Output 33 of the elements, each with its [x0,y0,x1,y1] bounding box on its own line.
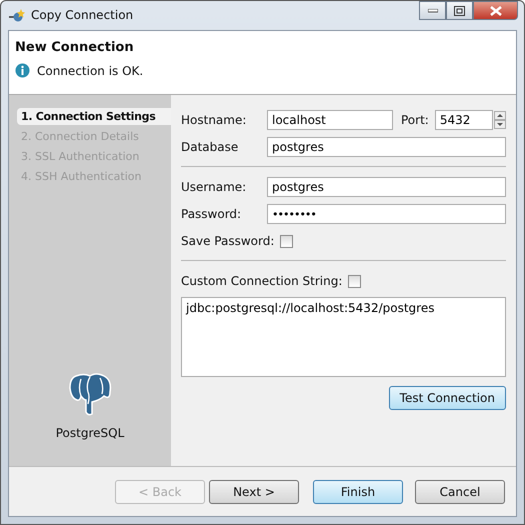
field-label: Username: [181,180,248,194]
database-field[interactable]: postgres [267,137,506,157]
connection-string-field[interactable]: jdbc:postgresql://localhost:5432/postgres [181,297,506,377]
field-label: Port: [401,113,429,127]
close-button[interactable] [473,1,518,20]
minimize-button[interactable] [419,1,446,20]
maximize-icon [454,6,465,16]
status-message: Connection is OK. [37,64,144,78]
checkbox-label: Save Password: [181,234,274,248]
dialog-button[interactable]: Cancel [415,480,505,504]
window-title: Copy Connection [31,8,134,22]
password-field[interactable]: •••••••• [267,204,506,224]
close-icon [490,6,502,16]
dialog-button[interactable]: Next > [209,480,299,504]
custom-string-checkbox[interactable] [348,274,362,288]
field-label: Hostname: [181,113,248,127]
driver-name: PostgreSQL [56,426,124,440]
spinner-arrows-icon [494,111,506,129]
port-field[interactable]: 5432 [434,110,493,130]
page-title: New Connection [15,40,135,55]
minimize-icon [428,8,438,12]
checkbox-label: Custom Connection String: [181,274,342,288]
wizard-step[interactable]: 1. Connection Settings [17,108,171,125]
maximize-button[interactable] [446,1,473,20]
save-password-checkbox[interactable] [280,234,294,248]
info-icon [15,63,30,78]
plug-icon [8,8,26,24]
dialog-button[interactable]: Finish [313,480,403,504]
field-label: Database [181,140,240,154]
hostname-field[interactable]: localhost [267,110,393,130]
test-connection-button[interactable]: Test Connection [388,386,506,410]
username-field[interactable]: postgres [267,177,506,197]
field-label: Password: [181,207,242,221]
